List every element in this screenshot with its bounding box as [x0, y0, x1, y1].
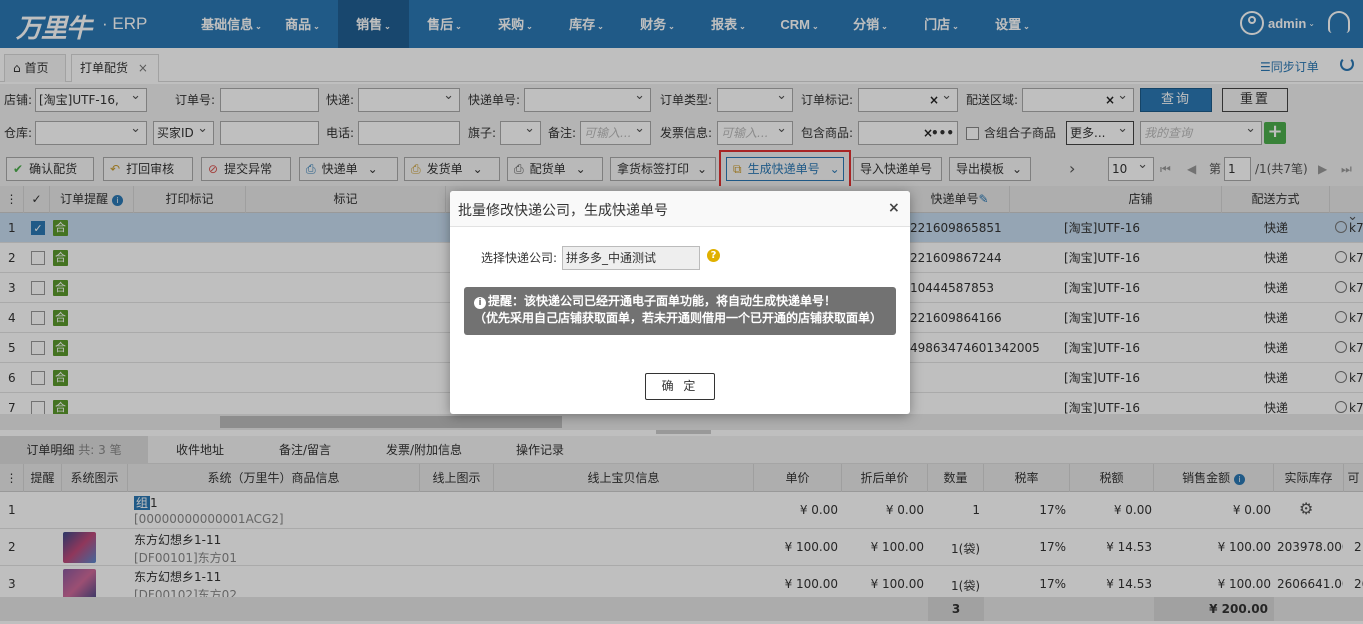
company-input[interactable]: 拼多多_中通测试 — [562, 246, 700, 270]
gen-express-dialog: 批量修改快递公司，生成快递单号 × 选择快递公司: 拼多多_中通测试 ? i 提醒… — [450, 191, 910, 414]
company-label: 选择快递公司: — [481, 251, 558, 265]
dialog-header: 批量修改快递公司，生成快递单号 × — [450, 191, 910, 227]
close-icon[interactable]: × — [888, 200, 900, 216]
info-icon: i — [474, 297, 486, 309]
alert-line-2: （优先采用自己店铺获取面单，若未开通则借用一个已开通的店铺获取面单） — [474, 311, 883, 325]
alert-line-1: 提醒：该快递公司已经开通电子面单功能，将自动生成快递单号！ — [488, 294, 837, 308]
dialog-title: 批量修改快递公司，生成快递单号 — [458, 203, 668, 219]
info-alert: i 提醒：该快递公司已经开通电子面单功能，将自动生成快递单号！ （优先采用自己店铺… — [464, 287, 896, 335]
confirm-button[interactable]: 确 定 — [645, 373, 715, 400]
help-icon[interactable]: ? — [707, 249, 720, 262]
